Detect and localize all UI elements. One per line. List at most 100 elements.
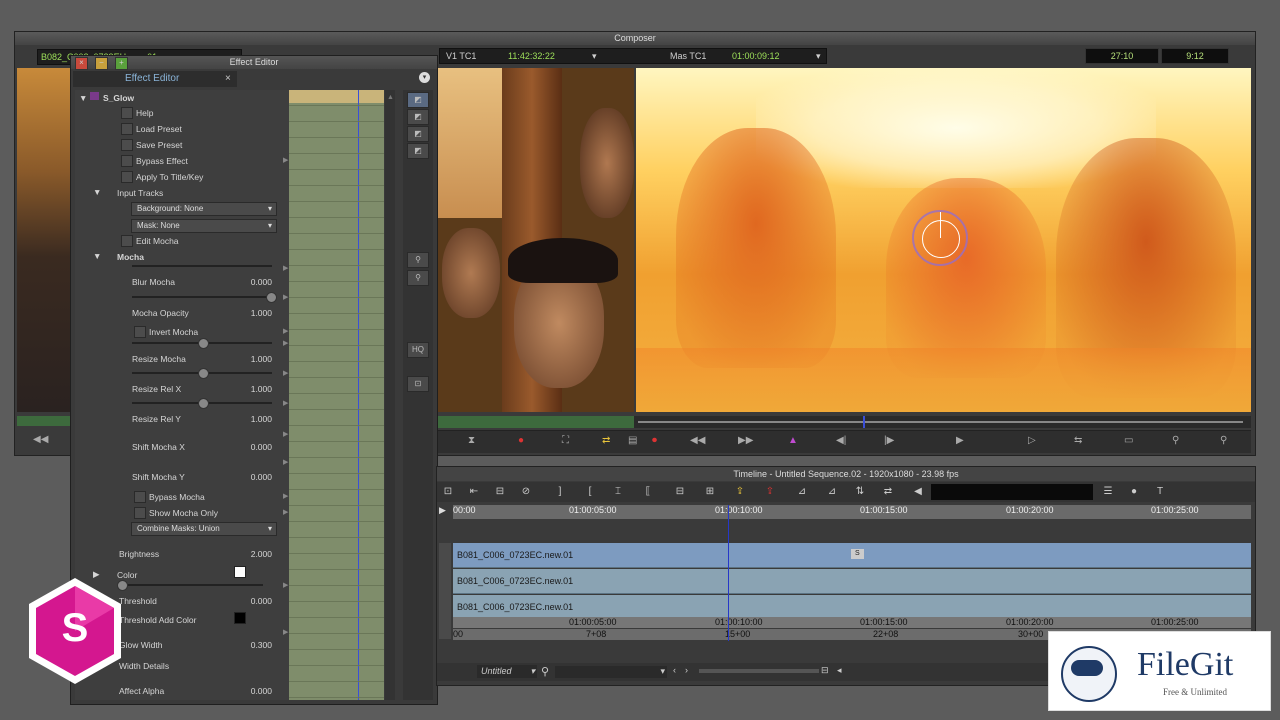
- track-selector-column[interactable]: [439, 543, 451, 639]
- tool-button-3[interactable]: ◩: [407, 126, 429, 142]
- tool-button-1[interactable]: ◩: [407, 92, 429, 108]
- save-preset-checkbox[interactable]: [121, 139, 133, 151]
- tl-tool-icon[interactable]: ⊘: [515, 485, 537, 499]
- apply-to-title-checkbox[interactable]: [121, 171, 133, 183]
- tool-button-2[interactable]: ◩: [407, 109, 429, 125]
- resize-rel-x-knob[interactable]: [198, 368, 209, 379]
- keyframe-arrow-icon[interactable]: ▶: [283, 264, 288, 272]
- step-back-button[interactable]: ◀|: [836, 434, 846, 448]
- resize-rel-x-value[interactable]: 1.000: [251, 384, 272, 394]
- tl-tool-icon[interactable]: [: [579, 485, 601, 499]
- keyframe-arrow-icon[interactable]: ▶: [283, 369, 288, 377]
- scroll-handle-icon[interactable]: ⊟: [821, 665, 829, 676]
- tl-tool-icon[interactable]: ⊿: [791, 485, 813, 499]
- scroll-left-icon[interactable]: ‹: [673, 665, 676, 675]
- tl-tool-icon[interactable]: ⌶: [607, 485, 629, 499]
- affect-alpha-value[interactable]: 0.000: [251, 686, 272, 696]
- bypass-effect-checkbox[interactable]: [121, 155, 133, 167]
- chevron-down-icon[interactable]: ▾: [592, 49, 597, 63]
- search-icon[interactable]: ⚲: [541, 665, 549, 678]
- tool-button-4[interactable]: ◩: [407, 143, 429, 159]
- keyframe-arrow-icon[interactable]: ▶: [283, 492, 288, 500]
- mask-dropdown[interactable]: Mask: None ▾: [131, 219, 277, 233]
- effect-badge[interactable]: S: [851, 549, 864, 559]
- tl-tool-icon[interactable]: ⇤: [463, 485, 485, 499]
- invert-mocha-checkbox[interactable]: [134, 326, 146, 338]
- color-swatch[interactable]: [234, 566, 246, 578]
- program-position-bar[interactable]: [438, 416, 1251, 428]
- hq-button[interactable]: HQ: [407, 342, 429, 358]
- timeline-ruler-top[interactable]: 00:00 01:00:05:00 01:00:10:00 01:00:15:0…: [453, 505, 1251, 519]
- tl-tool-icon[interactable]: ]: [549, 485, 571, 499]
- scroll-right-icon[interactable]: ›: [685, 665, 688, 675]
- ee-zoom-button[interactable]: +: [115, 57, 128, 70]
- background-dropdown[interactable]: Background: None ▾: [131, 202, 277, 216]
- input-tracks-disclosure-icon[interactable]: ▼: [93, 187, 101, 197]
- effect-editor-tab[interactable]: Effect Editor ×: [73, 71, 237, 87]
- safe-area-button[interactable]: ▭: [1124, 434, 1133, 448]
- tl-tool-icon[interactable]: ⟦: [637, 485, 659, 499]
- extract-button[interactable]: ▤: [628, 434, 637, 448]
- record-button[interactable]: ⏺: [652, 434, 657, 448]
- search-input[interactable]: ▾: [555, 666, 667, 678]
- tl-record-icon[interactable]: ●: [1123, 485, 1145, 499]
- resize-rel-y-knob[interactable]: [198, 398, 209, 409]
- lift-button[interactable]: ⇄: [602, 434, 610, 448]
- brightness-value[interactable]: 2.000: [251, 549, 272, 559]
- lift-icon[interactable]: ⇪: [729, 485, 751, 499]
- keyframe-arrow-icon[interactable]: ▶: [283, 581, 288, 589]
- play-arrow-icon[interactable]: ▶: [439, 505, 446, 516]
- fast-forward-button[interactable]: ▶▶: [738, 434, 753, 448]
- threshold-value[interactable]: 0.000: [251, 596, 272, 606]
- timeline-track-a1[interactable]: B081_C006_0723EC.new.01: [453, 569, 1251, 594]
- glow-width-value[interactable]: 0.300: [251, 640, 272, 650]
- source-monitor-image[interactable]: [17, 68, 71, 412]
- step-forward-button[interactable]: |▶: [884, 434, 894, 448]
- loop-button[interactable]: ⇆: [1074, 434, 1082, 448]
- ee-minimize-button[interactable]: −: [95, 57, 108, 70]
- ee-menu-icon[interactable]: ▾: [419, 72, 430, 83]
- threshold-slider[interactable]: [119, 584, 263, 586]
- render-button[interactable]: ⊡: [407, 376, 429, 392]
- mocha-opacity-value[interactable]: 1.000: [251, 308, 272, 318]
- extract-icon[interactable]: ⇪: [759, 485, 781, 499]
- mocha-opacity-knob[interactable]: [266, 292, 277, 303]
- tl-tool-icon[interactable]: ◀: [907, 485, 929, 499]
- resize-rel-y-value[interactable]: 1.000: [251, 414, 272, 424]
- close-tab-icon[interactable]: ×: [225, 71, 231, 87]
- bypass-mocha-checkbox[interactable]: [134, 491, 146, 503]
- mark-clip-button[interactable]: ●: [518, 434, 524, 448]
- bin-name-field[interactable]: Untitled ▾: [477, 665, 537, 678]
- zoom-in-icon[interactable]: ⚲: [1220, 434, 1227, 448]
- program-output-frame[interactable]: [636, 68, 1251, 412]
- fullscreen-button[interactable]: ⛶: [562, 434, 569, 448]
- play-reverse-button[interactable]: ◀◀: [690, 434, 705, 448]
- v1-timecode[interactable]: 11:42:32:22: [508, 49, 555, 63]
- program-source-frame[interactable]: [438, 68, 634, 412]
- keyframe-arrow-icon[interactable]: ▶: [283, 628, 288, 636]
- keyframe-scrollbar[interactable]: ▲: [385, 90, 395, 700]
- load-preset-checkbox[interactable]: [121, 123, 133, 135]
- tl-tool-icon[interactable]: ⊟: [489, 485, 511, 499]
- mocha-opacity-slider[interactable]: [132, 296, 272, 298]
- source-position-bar[interactable]: [17, 416, 71, 426]
- keyframe-arrow-icon[interactable]: ▶: [283, 458, 288, 466]
- zoom-out-icon[interactable]: ⚲: [407, 270, 429, 286]
- scroll-left-icon[interactable]: ◂: [837, 665, 842, 676]
- resize-mocha-value[interactable]: 1.000: [251, 354, 272, 364]
- keyframe-arrow-icon[interactable]: ▶: [283, 156, 288, 164]
- mocha-disclosure-icon[interactable]: ▼: [93, 251, 101, 261]
- tl-menu-icon[interactable]: ☰: [1097, 485, 1119, 499]
- tl-tool-icon[interactable]: ⊿: [821, 485, 843, 499]
- show-mocha-only-checkbox[interactable]: [134, 507, 146, 519]
- shift-mocha-x-value[interactable]: 0.000: [251, 442, 272, 452]
- source-play-reverse-button[interactable]: ◀◀: [33, 434, 48, 445]
- threshold-add-color-swatch[interactable]: [234, 612, 246, 624]
- mocha-target-icon[interactable]: [912, 210, 968, 266]
- keyframe-graph[interactable]: [289, 90, 384, 700]
- tl-tool-icon[interactable]: ⊡: [437, 485, 459, 499]
- keyframe-arrow-icon[interactable]: ▶: [283, 430, 288, 438]
- resize-mocha-knob[interactable]: [198, 338, 209, 349]
- timeline-track-v1[interactable]: B081_C006_0723EC.new.01 S: [453, 543, 1251, 568]
- match-frame-button[interactable]: ⧗: [468, 434, 475, 448]
